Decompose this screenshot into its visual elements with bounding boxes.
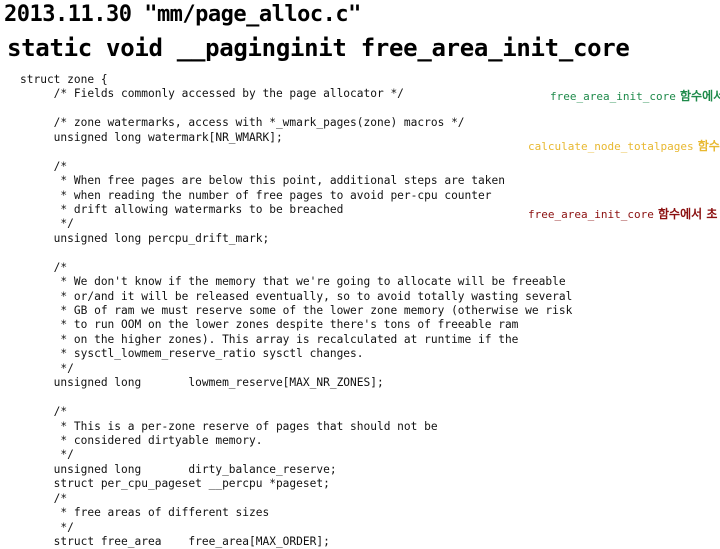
code-line: /* zone watermarks, access with *_wmark_…	[20, 116, 465, 130]
annotation-free-area-init-core-red: free_area_init_core 함수에서 초	[528, 205, 717, 222]
annotation-korean: 함수	[693, 139, 720, 153]
code-line: struct free_area free_area[MAX_ORDER];	[20, 535, 330, 548]
annotation-func: free_area_init_core	[550, 90, 676, 103]
code-line: * considered dirtyable memory.	[20, 433, 263, 447]
code-line: * free areas of different sizes	[20, 506, 270, 520]
code-line: * This is a per-zone reserve of pages th…	[20, 419, 438, 433]
code-line: unsigned long watermark[NR_WMARK];	[20, 130, 283, 144]
code-line: */	[20, 217, 74, 231]
function-signature-heading: static void __paginginit free_area_init_…	[7, 34, 630, 62]
annotation-korean: 함수에서	[675, 89, 720, 103]
code-line: * drift allowing watermarks to be breach…	[20, 202, 344, 216]
annotation-func: free_area_init_core	[528, 208, 654, 221]
code-line: unsigned long lowmem_reserve[MAX_NR_ZONE…	[20, 376, 384, 390]
code-line: struct per_cpu_pageset __percpu *pageset…	[20, 477, 330, 491]
annotation-free-area-init-core-green: free_area_init_core 함수에서	[550, 87, 720, 104]
code-line: /*	[20, 159, 68, 173]
code-line: * to run OOM on the lower zones despite …	[20, 318, 519, 332]
annotation-calculate-node-totalpages: calculate_node_totalpages 함수	[528, 137, 720, 154]
code-line: /*	[20, 260, 68, 274]
code-line: /*	[20, 491, 68, 505]
annotation-korean: 함수에서 초	[653, 207, 718, 221]
code-line: * When free pages are below this point, …	[20, 174, 505, 188]
code-line: * sysctl_lowmem_reserve_ratio sysctl cha…	[20, 347, 364, 361]
code-line: unsigned long percpu_drift_mark;	[20, 231, 270, 245]
code-line: /* Fields commonly accessed by the page …	[20, 87, 404, 101]
code-block: struct zone { /* Fields commonly accesse…	[20, 73, 572, 549]
code-line: /*	[20, 405, 68, 419]
code-line: unsigned long dirty_balance_reserve;	[20, 462, 337, 476]
code-line: * when reading the number of free pages …	[20, 188, 492, 202]
slide-date-file-title: 2013.11.30 "mm/page_alloc.c"	[4, 2, 361, 27]
code-line: * We don't know if the memory that we're…	[20, 275, 566, 289]
code-line: * on the higher zones). This array is re…	[20, 332, 519, 346]
code-line: */	[20, 448, 74, 462]
code-line: * GB of ram we must reserve some of the …	[20, 304, 573, 317]
annotation-func: calculate_node_totalpages	[528, 140, 694, 153]
code-line: struct zone {	[20, 73, 108, 86]
code-line: */	[20, 520, 74, 534]
code-line: */	[20, 361, 74, 375]
code-line: * or/and it will be released eventually,…	[20, 289, 573, 303]
